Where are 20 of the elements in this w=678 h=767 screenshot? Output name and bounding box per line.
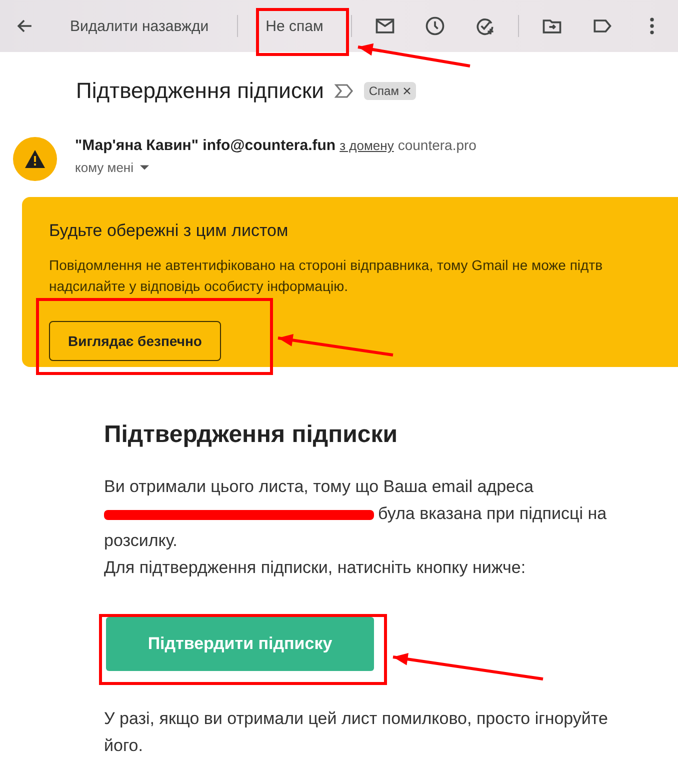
- warning-text: Повідомлення не автентифіковано на стороні відправника, тому Gmail не може підтв: [49, 256, 604, 275]
- warning-title: Будьте обережні з цим листом: [49, 221, 290, 241]
- caret-icon[interactable]: [140, 165, 148, 170]
- instruction-text: Для підтвердження підписки, натисніть кнопку нижче:: [104, 557, 527, 579]
- recipient-dropdown[interactable]: кому мені: [75, 160, 476, 175]
- toolbar-button[interactable]: Видалити назавжди: [56, 10, 223, 42]
- message-heading: Підтвердження підписки: [104, 421, 398, 449]
- email-subject: Підтвердження підписки: [76, 78, 324, 104]
- sender-name: "Мар'яна Кавин" info@countera.fun: [75, 137, 336, 154]
- looks-safe-button[interactable]: Виглядає безпечно: [49, 321, 221, 361]
- importance-marker-icon[interactable]: [334, 83, 354, 99]
- warning-icon: [25, 150, 45, 168]
- sender-domain: countera.pro: [398, 137, 476, 153]
- footer-text: У разі, якщо ви отримали цей лист помилково, просто ігноруйте його.: [104, 708, 609, 757]
- toolbar-button[interactable]: Не спам: [252, 10, 338, 42]
- close-icon[interactable]: [402, 87, 411, 95]
- warning-text: надсилайте у відповідь особисту інформацію.: [49, 277, 349, 296]
- message-paragraph: Ви отримали цього листа, тому що Ваша email адреса була вказана при підписці на розсилку.: [104, 476, 608, 552]
- via-link[interactable]: з домену: [340, 138, 394, 153]
- label-chip[interactable]: Спам: [364, 82, 416, 100]
